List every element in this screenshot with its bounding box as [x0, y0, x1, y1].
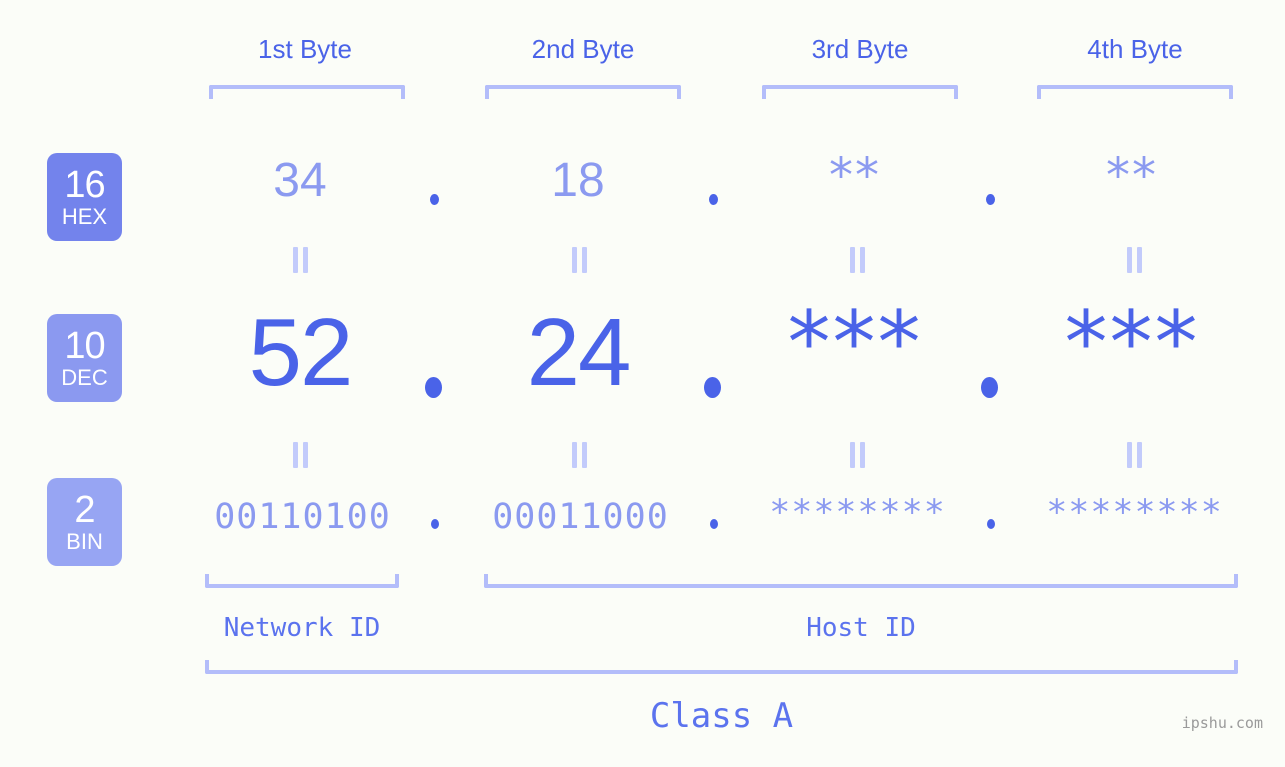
hex-octet-4: ** [1106, 148, 1158, 204]
hex-octet-2: 18 [551, 154, 605, 207]
equals-hex-dec-1 [292, 247, 310, 273]
equals-dec-bin-4 [1126, 442, 1144, 468]
bin-separator-3 [987, 519, 995, 529]
network-id-bracket [205, 574, 399, 588]
byte-bracket-3 [762, 85, 958, 99]
bin-octet-4: ******** [1046, 493, 1223, 533]
dec-octet-2: 24 [526, 299, 632, 406]
network-id-label: Network ID [223, 613, 381, 643]
dec-octet-1: 52 [248, 299, 354, 406]
equals-dec-bin-2 [571, 442, 589, 468]
bin-octet-2: 00011000 [492, 497, 669, 537]
base-badge-dec-number: 10 [64, 325, 105, 367]
byte-bracket-4 [1037, 85, 1233, 99]
base-badge-hex: 16 HEX [47, 153, 122, 241]
equals-dec-bin-3 [849, 442, 867, 468]
byte-bracket-2 [485, 85, 681, 99]
bin-octet-1: 00110100 [214, 497, 391, 537]
hex-separator-2 [709, 194, 718, 205]
base-badge-bin-number: 2 [74, 489, 95, 531]
bin-separator-2 [710, 519, 718, 529]
base-badge-hex-number: 16 [64, 164, 105, 206]
dec-octet-3: *** [787, 293, 923, 393]
byte-header-3: 3rd Byte [811, 34, 909, 64]
hex-separator-1 [430, 194, 439, 205]
host-id-bracket [484, 574, 1238, 588]
hex-separator-3 [986, 194, 995, 205]
byte-header-1: 1st Byte [258, 34, 352, 64]
hex-octet-3: ** [829, 148, 881, 204]
byte-header-2: 2nd Byte [531, 34, 635, 64]
equals-hex-dec-4 [1126, 247, 1144, 273]
hex-octet-1: 34 [273, 154, 327, 207]
class-bracket [205, 660, 1238, 674]
ip-address-breakdown-diagram: 1st Byte 2nd Byte 3rd Byte 4th Byte 16 H… [0, 0, 1285, 767]
bin-octet-3: ******** [769, 493, 946, 533]
dec-separator-2 [704, 377, 721, 398]
equals-dec-bin-1 [292, 442, 310, 468]
bin-separator-1 [431, 519, 439, 529]
dec-separator-3 [981, 377, 998, 398]
class-label: Class A [649, 696, 794, 736]
host-id-label: Host ID [806, 613, 916, 643]
base-badge-dec-name: DEC [61, 365, 108, 390]
base-badge-dec: 10 DEC [47, 314, 122, 402]
dec-separator-1 [425, 377, 442, 398]
byte-header-4: 4th Byte [1087, 34, 1183, 64]
site-watermark: ipshu.com [1181, 714, 1263, 732]
base-badge-bin: 2 BIN [47, 478, 122, 566]
base-badge-bin-name: BIN [66, 529, 103, 554]
dec-octet-4: *** [1064, 293, 1200, 393]
byte-bracket-1 [209, 85, 405, 99]
equals-hex-dec-3 [849, 247, 867, 273]
base-badge-hex-name: HEX [61, 204, 108, 229]
equals-hex-dec-2 [571, 247, 589, 273]
